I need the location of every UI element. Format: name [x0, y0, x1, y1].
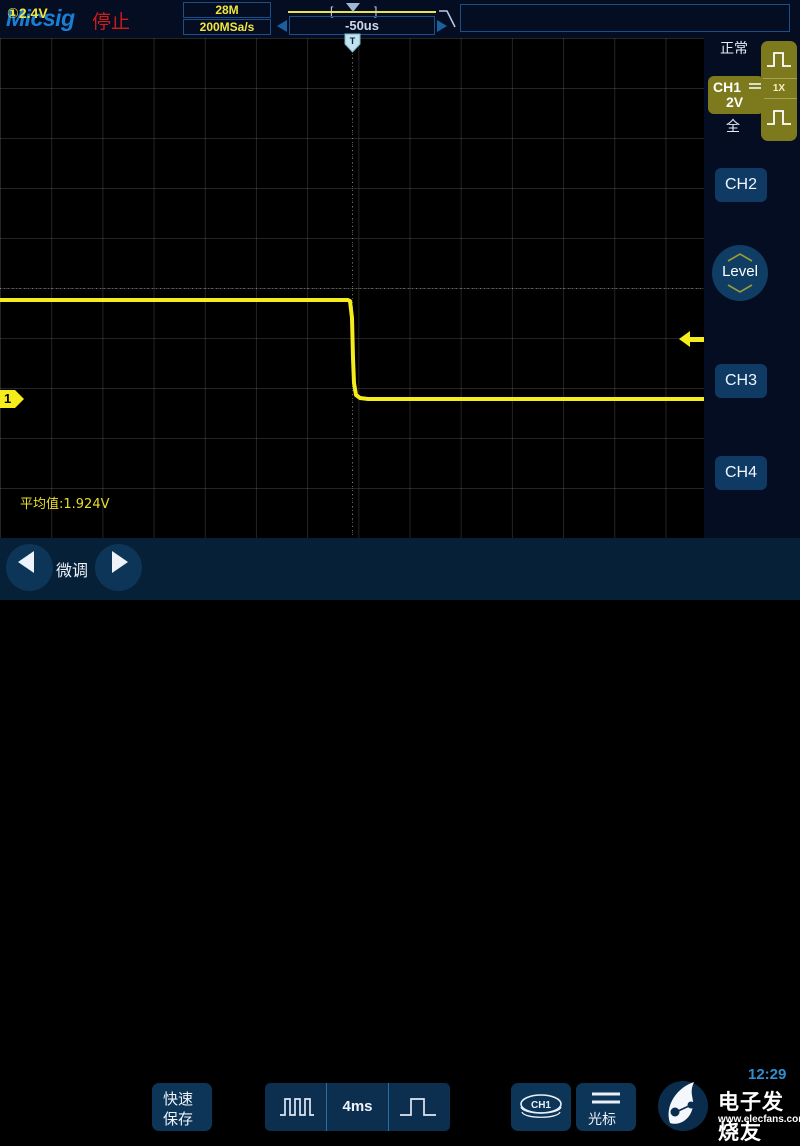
dc-coupling-icon	[749, 83, 761, 89]
chevron-down-icon	[727, 284, 753, 293]
pulse-icon-top	[767, 52, 791, 67]
fine-tune-label[interactable]: 微调	[56, 557, 88, 581]
sample-rate-value: 200MSa/s	[183, 19, 271, 35]
memory-depth-value: 28M	[183, 2, 271, 18]
cursor-label: 光标	[588, 1112, 616, 1128]
sidebar-item-ch4[interactable]: CH4	[715, 456, 767, 490]
ch1-button-label: CH1	[713, 79, 742, 95]
watermark-url: www.elecfans.com	[718, 1114, 800, 1125]
clock-label: 12:29	[748, 1066, 787, 1083]
trigger-arrow-bar	[690, 337, 704, 342]
quick-save-line2: 保存	[163, 1110, 194, 1128]
trigger-level-knob[interactable]: Level	[712, 245, 768, 301]
ch1-waveform-trace	[0, 298, 704, 401]
position-indicator-icon	[346, 3, 360, 12]
right-control-panel: 正常 1X CH1 2V 全 CH2 Level CH3 CH4	[704, 38, 800, 538]
bottom-toolbar: 微调 快速 保存 4ms CH1 光标 电子发烧友 www.elecfans.c…	[0, 538, 800, 1144]
previous-arrow-icon	[18, 551, 34, 573]
timebase-separator-right	[388, 1083, 389, 1131]
trigger-level-value: ①2.4V	[7, 5, 48, 21]
probe-ratio-control[interactable]: 1X	[761, 41, 797, 141]
pulse-icon-bottom	[767, 110, 791, 125]
measurement-readout: 平均值:1.924V	[20, 497, 110, 512]
bandwidth-label[interactable]: 全	[726, 116, 740, 136]
ch1-scale-label: 2V	[726, 94, 744, 110]
ch1-ground-marker[interactable]: 1	[0, 390, 24, 408]
waveform-plot[interactable]: 1 平均值:1.924V	[0, 38, 704, 538]
timebase-control-group[interactable]: 4ms	[265, 1083, 450, 1131]
oscilloscope-screen: Micsig 停止 28M 200MSa/s [ ] -50us ①2.4V 1…	[0, 0, 800, 1144]
ch1-marker-label: 1	[4, 391, 12, 406]
single-pulse-icon[interactable]	[399, 1094, 437, 1120]
pulse-train-icon[interactable]	[279, 1094, 315, 1120]
trigger-mode-label[interactable]: 正常	[720, 38, 748, 58]
svg-text:CH1: CH1	[531, 1100, 551, 1111]
next-arrow-icon	[112, 551, 128, 573]
probe-separator-bottom	[761, 98, 797, 99]
quick-save-line1: 快速	[163, 1090, 194, 1108]
trigger-level-box[interactable]	[460, 4, 790, 32]
sidebar-item-ch2[interactable]: CH2	[715, 168, 767, 202]
level-label: Level	[722, 263, 758, 280]
sidebar-item-ch3[interactable]: CH3	[715, 364, 767, 398]
trigger-arrow-tip	[679, 331, 690, 347]
trigger-position-marker-icon: T	[344, 33, 361, 53]
position-left-arrow-icon[interactable]	[277, 20, 287, 32]
horizontal-position-value: -50us	[289, 16, 435, 35]
trigger-level-arrow-icon[interactable]	[679, 331, 704, 348]
top-status-bar: Micsig 停止 28M 200MSa/s [ ] -50us ①2.4V	[0, 0, 800, 38]
acquisition-info[interactable]: 28M 200MSa/s	[183, 2, 271, 35]
horizontal-position-control[interactable]: [ ] -50us	[276, 1, 448, 37]
timebase-value: 4ms	[342, 1098, 373, 1115]
channel-stack-icon: CH1	[520, 1094, 562, 1118]
ch4-label: CH4	[724, 464, 757, 481]
ch3-label: CH3	[724, 372, 757, 389]
chevron-up-icon	[727, 253, 753, 262]
run-state-label: 停止	[92, 11, 131, 33]
ch1-settings-button[interactable]: CH1 2V	[708, 76, 764, 114]
probe-separator-top	[761, 78, 797, 79]
cursor-lines-icon	[592, 1092, 620, 1104]
ch1-marker-tip-icon	[15, 390, 24, 408]
probe-ratio-value: 1X	[772, 83, 786, 94]
svg-text:T: T	[350, 36, 356, 46]
falling-slope-icon[interactable]	[437, 8, 459, 30]
position-track	[288, 11, 436, 13]
ch2-label: CH2	[724, 176, 757, 193]
